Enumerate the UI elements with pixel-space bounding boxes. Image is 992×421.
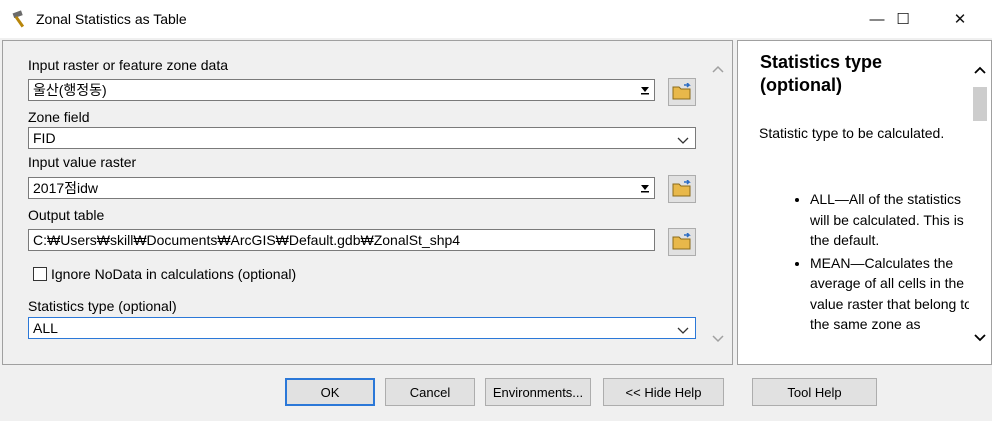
help-description: Statistic type to be calculated. <box>759 125 945 141</box>
browse-value-raster-button[interactable] <box>668 175 696 203</box>
folder-icon <box>672 233 691 250</box>
scroll-down-icon[interactable] <box>973 331 987 346</box>
ignore-nodata-label[interactable]: Ignore NoData in calculations (optional) <box>51 266 296 282</box>
statistics-type-label: Statistics type (optional) <box>28 298 177 314</box>
folder-icon <box>672 83 691 100</box>
statistics-type-select[interactable]: ALL <box>28 317 696 339</box>
statistics-type-value: ALL <box>33 320 58 336</box>
maximize-icon: ☐ <box>896 11 910 28</box>
window-title: Zonal Statistics as Table <box>36 11 187 27</box>
help-list: ALL—All of the statistics will be calcul… <box>788 189 980 337</box>
zone-field-select[interactable]: FID <box>28 127 696 149</box>
help-scrollbar[interactable] <box>969 41 991 364</box>
output-table-label: Output table <box>28 207 105 223</box>
input-zone-combobox[interactable]: 울산(행정동) <box>28 79 655 101</box>
ok-button[interactable]: OK <box>285 378 375 406</box>
title-bar: Zonal Statistics as Table — ☐ ✕ <box>0 0 992 38</box>
input-value-raster-label: Input value raster <box>28 154 137 170</box>
maximize-button[interactable]: ☐ <box>880 0 926 38</box>
help-item-mean: MEAN—Calculates the average of all cells… <box>810 253 980 335</box>
scroll-up-icon[interactable] <box>711 61 725 77</box>
parameters-panel: Input raster or feature zone data 울산(행정동… <box>2 40 733 365</box>
input-zone-value: 울산(행정동) <box>33 82 107 98</box>
output-table-input[interactable]: C:₩Users₩skill₩Documents₩ArcGIS₩Default.… <box>28 229 655 251</box>
scroll-down-icon[interactable] <box>711 331 725 347</box>
zone-field-label: Zone field <box>28 109 90 125</box>
hide-help-button[interactable]: << Hide Help <box>603 378 724 406</box>
input-value-raster-combobox[interactable]: 2017점idw <box>28 177 655 199</box>
close-icon: ✕ <box>953 11 967 28</box>
dropdown-arrow-icon[interactable] <box>637 180 652 196</box>
scroll-up-icon[interactable] <box>973 63 987 78</box>
tool-help-button[interactable]: Tool Help <box>752 378 877 406</box>
cancel-button[interactable]: Cancel <box>385 378 475 406</box>
help-item-all: ALL—All of the statistics will be calcul… <box>810 189 980 251</box>
dropdown-arrow-icon[interactable] <box>637 82 652 98</box>
scrollbar-thumb[interactable] <box>973 87 987 121</box>
close-button[interactable]: ✕ <box>937 0 983 38</box>
chevron-down-icon <box>677 131 689 148</box>
folder-icon <box>672 180 691 197</box>
browse-output-button[interactable] <box>668 228 696 256</box>
browse-zone-button[interactable] <box>668 78 696 106</box>
ignore-nodata-checkbox[interactable] <box>33 267 47 281</box>
input-zone-label: Input raster or feature zone data <box>28 57 229 73</box>
zone-field-value: FID <box>33 130 56 146</box>
chevron-down-icon <box>677 321 689 338</box>
help-panel: Statistics type (optional) Statistic typ… <box>737 40 992 365</box>
help-title: Statistics type (optional) <box>760 52 883 95</box>
input-value-raster-value: 2017점idw <box>33 180 99 196</box>
hammer-icon <box>10 9 30 29</box>
environments-button[interactable]: Environments... <box>485 378 591 406</box>
output-table-value: C:₩Users₩skill₩Documents₩ArcGIS₩Default.… <box>33 232 461 248</box>
